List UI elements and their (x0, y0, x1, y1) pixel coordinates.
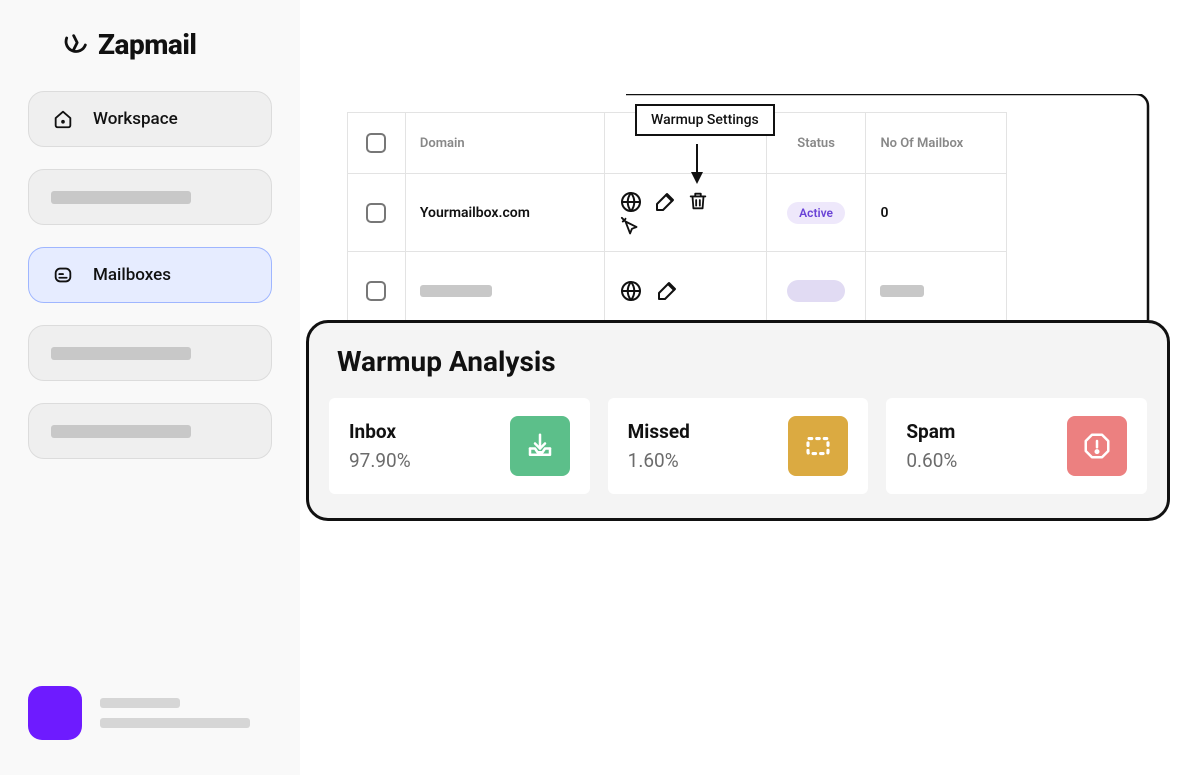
avatar[interactable] (28, 686, 82, 740)
header-status: Status (767, 113, 867, 173)
sidebar-item-placeholder[interactable] (28, 403, 272, 459)
brand: Zapmail (0, 28, 300, 61)
row-checkbox[interactable] (366, 203, 386, 223)
placeholder-bar (100, 698, 180, 708)
select-all-checkbox[interactable] (366, 133, 386, 153)
metric-label: Spam (906, 420, 957, 443)
sidebar: Zapmail Workspace Mailboxes (0, 0, 300, 775)
placeholder-bar (100, 718, 250, 728)
tooltip-arrow-icon (688, 144, 706, 184)
actions-cell (605, 174, 766, 251)
sidebar-item-label: Workspace (93, 109, 178, 129)
metric-cards: Inbox 97.90% Missed 1.60% (329, 398, 1147, 494)
metric-label: Inbox (349, 420, 411, 443)
sidebar-item-mailboxes[interactable]: Mailboxes (28, 247, 272, 303)
status-cell (767, 252, 867, 329)
table-row: Yourmailbox.com (348, 173, 1006, 251)
brand-name: Zapmail (98, 28, 196, 61)
missed-icon (788, 416, 848, 476)
sidebar-nav: Workspace Mailboxes (0, 91, 300, 459)
placeholder-bar (51, 191, 191, 204)
warmup-settings-tooltip: Warmup Settings (635, 104, 775, 136)
mailbox-icon (51, 263, 75, 287)
status-badge-placeholder (787, 280, 845, 302)
delete-icon[interactable] (687, 190, 709, 212)
count-cell: 0 (866, 174, 1006, 251)
cursor-icon (620, 216, 642, 242)
main-area: Warmup Settings Domain Status No Of Mail… (300, 0, 1200, 775)
placeholder-bar (51, 425, 191, 438)
placeholder-bar (880, 285, 924, 297)
domain-cell (406, 252, 605, 329)
metric-card-inbox: Inbox 97.90% (329, 398, 590, 494)
sidebar-item-label: Mailboxes (93, 265, 171, 285)
status-badge: Active (787, 202, 845, 224)
warmup-analysis-panel: Warmup Analysis Inbox 97.90% (306, 320, 1170, 521)
placeholder-bar (420, 285, 492, 297)
metric-card-spam: Spam 0.60% (886, 398, 1147, 494)
domain-cell: Yourmailbox.com (406, 174, 605, 251)
zap-icon (62, 31, 90, 59)
domain-table: Warmup Settings Domain Status No Of Mail… (347, 112, 1007, 330)
status-cell: Active (767, 174, 867, 251)
row-checkbox[interactable] (366, 281, 386, 301)
placeholder-bar (51, 347, 191, 360)
count-cell (866, 252, 1006, 329)
metric-value: 97.90% (349, 449, 411, 472)
home-icon (51, 107, 75, 131)
sidebar-item-placeholder[interactable] (28, 169, 272, 225)
row-checkbox-cell (348, 174, 406, 251)
user-text-placeholder (100, 698, 250, 728)
header-domain: Domain (406, 113, 605, 173)
metric-value: 0.60% (906, 449, 957, 472)
sidebar-item-workspace[interactable]: Workspace (28, 91, 272, 147)
header-checkbox-cell (348, 113, 406, 173)
edit-icon[interactable] (655, 279, 679, 303)
metric-label: Missed (628, 420, 690, 443)
header-count: No Of Mailbox (866, 113, 1006, 173)
table-row (348, 251, 1006, 329)
inbox-icon (510, 416, 570, 476)
panel-title: Warmup Analysis (337, 345, 1147, 378)
row-checkbox-cell (348, 252, 406, 329)
warmup-icon[interactable] (619, 190, 643, 214)
warmup-icon[interactable] (619, 279, 643, 303)
metric-value: 1.60% (628, 449, 690, 472)
sidebar-item-placeholder[interactable] (28, 325, 272, 381)
actions-cell (605, 252, 766, 329)
metric-card-missed: Missed 1.60% (608, 398, 869, 494)
edit-icon[interactable] (653, 190, 677, 214)
sidebar-footer (0, 686, 300, 755)
alert-icon (1067, 416, 1127, 476)
